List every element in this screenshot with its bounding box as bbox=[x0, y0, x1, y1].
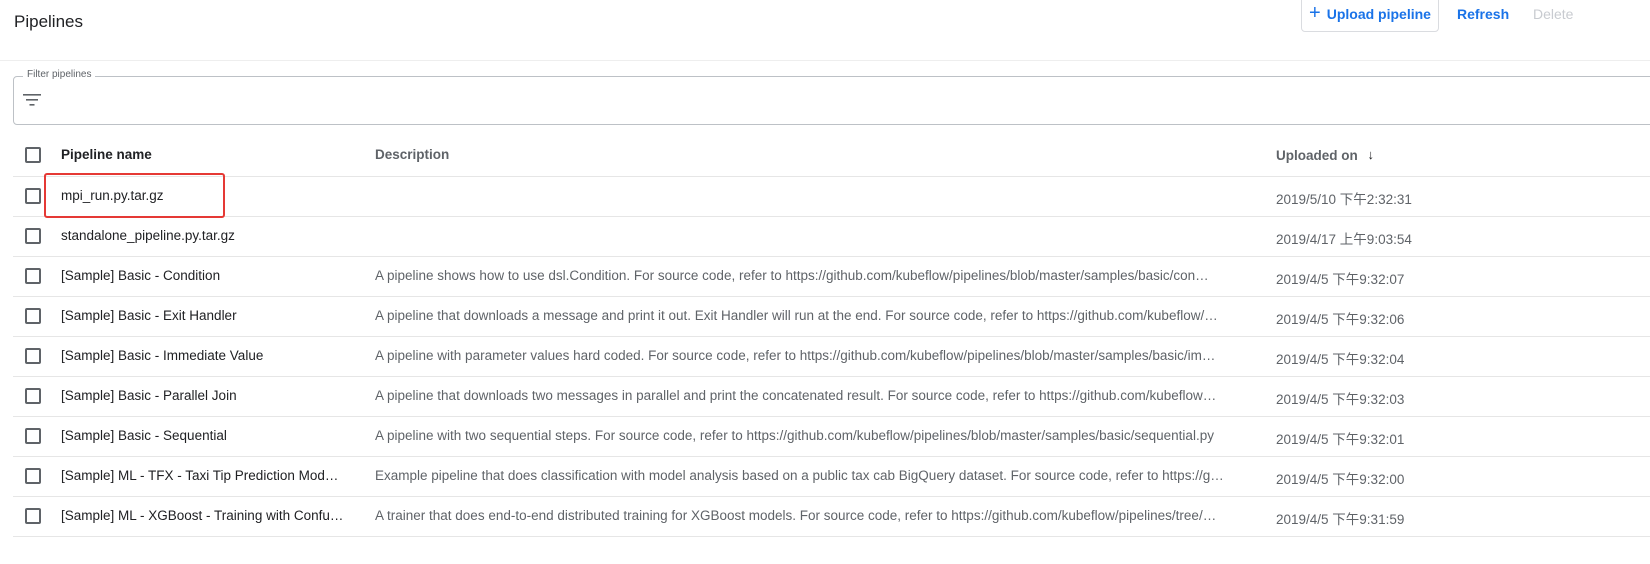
table-row[interactable]: [Sample] Basic - Immediate Value A pipel… bbox=[13, 337, 1650, 377]
filter-pipelines-input[interactable] bbox=[13, 76, 1650, 125]
highlight-annotation-box bbox=[44, 173, 225, 218]
filter-list-icon[interactable] bbox=[23, 93, 41, 107]
pipeline-uploaded-on: 2019/4/5 下午9:32:06 bbox=[1276, 312, 1405, 327]
pipeline-description: A pipeline that downloads two messages i… bbox=[375, 388, 1217, 403]
pipeline-uploaded-on: 2019/4/5 下午9:32:04 bbox=[1276, 352, 1405, 367]
pipeline-name[interactable]: [Sample] Basic - Immediate Value bbox=[61, 348, 357, 363]
select-all-checkbox[interactable] bbox=[25, 147, 41, 163]
row-checkbox[interactable] bbox=[25, 468, 41, 484]
row-checkbox[interactable] bbox=[25, 508, 41, 524]
table-row[interactable]: [Sample] ML - XGBoost - Training with Co… bbox=[13, 497, 1650, 537]
pipeline-uploaded-on: 2019/4/17 上午9:03:54 bbox=[1276, 232, 1412, 247]
column-header-description[interactable]: Description bbox=[375, 147, 1259, 162]
table-row[interactable]: [Sample] Basic - Condition A pipeline sh… bbox=[13, 257, 1650, 297]
refresh-button[interactable]: Refresh bbox=[1457, 6, 1509, 22]
row-checkbox[interactable] bbox=[25, 308, 41, 324]
row-checkbox[interactable] bbox=[25, 268, 41, 284]
pipeline-uploaded-on: 2019/4/5 下午9:32:07 bbox=[1276, 272, 1405, 287]
table-row[interactable]: mpi_run.py.tar.gz 2019/5/10 下午2:32:31 bbox=[13, 177, 1650, 217]
row-checkbox[interactable] bbox=[25, 428, 41, 444]
pipeline-name[interactable]: [Sample] Basic - Condition bbox=[61, 268, 357, 283]
table-row[interactable]: [Sample] Basic - Exit Handler A pipeline… bbox=[13, 297, 1650, 337]
pipeline-name[interactable]: [Sample] ML - XGBoost - Training with Co… bbox=[61, 508, 357, 523]
column-header-uploaded-label: Uploaded on bbox=[1276, 148, 1358, 163]
pipeline-name[interactable]: [Sample] Basic - Exit Handler bbox=[61, 308, 357, 323]
toolbar-divider bbox=[0, 60, 1650, 61]
pipeline-name[interactable]: [Sample] Basic - Sequential bbox=[61, 428, 357, 443]
pipeline-name[interactable]: [Sample] ML - TFX - Taxi Tip Prediction … bbox=[61, 468, 357, 483]
row-checkbox[interactable] bbox=[25, 188, 41, 204]
row-checkbox[interactable] bbox=[25, 388, 41, 404]
pipeline-uploaded-on: 2019/4/5 下午9:32:03 bbox=[1276, 392, 1405, 407]
pipeline-uploaded-on: 2019/4/5 下午9:32:01 bbox=[1276, 432, 1405, 447]
toolbar: + Upload pipeline Refresh Delete bbox=[0, 0, 1650, 60]
filter-pipelines-label: Filter pipelines bbox=[23, 69, 96, 80]
table-row[interactable]: [Sample] Basic - Sequential A pipeline w… bbox=[13, 417, 1650, 457]
table-row[interactable]: [Sample] ML - TFX - Taxi Tip Prediction … bbox=[13, 457, 1650, 497]
plus-icon: + bbox=[1309, 2, 1321, 24]
row-checkbox[interactable] bbox=[25, 348, 41, 364]
arrow-down-icon: ↓ bbox=[1367, 147, 1375, 162]
pipeline-description: A pipeline that downloads a message and … bbox=[375, 308, 1218, 323]
pipeline-uploaded-on: 2019/5/10 下午2:32:31 bbox=[1276, 192, 1412, 207]
pipeline-description: A pipeline with two sequential steps. Fo… bbox=[375, 428, 1214, 443]
pipeline-description: A trainer that does end-to-end distribut… bbox=[375, 508, 1217, 523]
delete-button[interactable]: Delete bbox=[1533, 6, 1573, 22]
pipeline-name[interactable]: [Sample] Basic - Parallel Join bbox=[61, 388, 357, 403]
row-checkbox[interactable] bbox=[25, 228, 41, 244]
upload-pipeline-button[interactable]: + Upload pipeline bbox=[1301, 0, 1439, 32]
pipeline-description: Example pipeline that does classificatio… bbox=[375, 468, 1224, 483]
table-header: Pipeline name Description Uploaded on ↓ bbox=[13, 136, 1650, 177]
column-header-uploaded[interactable]: Uploaded on ↓ bbox=[1276, 147, 1476, 163]
pipeline-description: A pipeline shows how to use dsl.Conditio… bbox=[375, 268, 1209, 283]
pipeline-description: A pipeline with parameter values hard co… bbox=[375, 348, 1216, 363]
pipelines-table: Pipeline name Description Uploaded on ↓ … bbox=[13, 136, 1650, 537]
table-row[interactable]: [Sample] Basic - Parallel Join A pipelin… bbox=[13, 377, 1650, 417]
pipeline-uploaded-on: 2019/4/5 下午9:32:00 bbox=[1276, 472, 1405, 487]
pipeline-name[interactable]: standalone_pipeline.py.tar.gz bbox=[61, 228, 357, 243]
table-row[interactable]: standalone_pipeline.py.tar.gz 2019/4/17 … bbox=[13, 217, 1650, 257]
upload-pipeline-label: Upload pipeline bbox=[1326, 6, 1431, 22]
pipeline-uploaded-on: 2019/4/5 下午9:31:59 bbox=[1276, 512, 1405, 527]
column-header-name[interactable]: Pipeline name bbox=[61, 147, 357, 162]
